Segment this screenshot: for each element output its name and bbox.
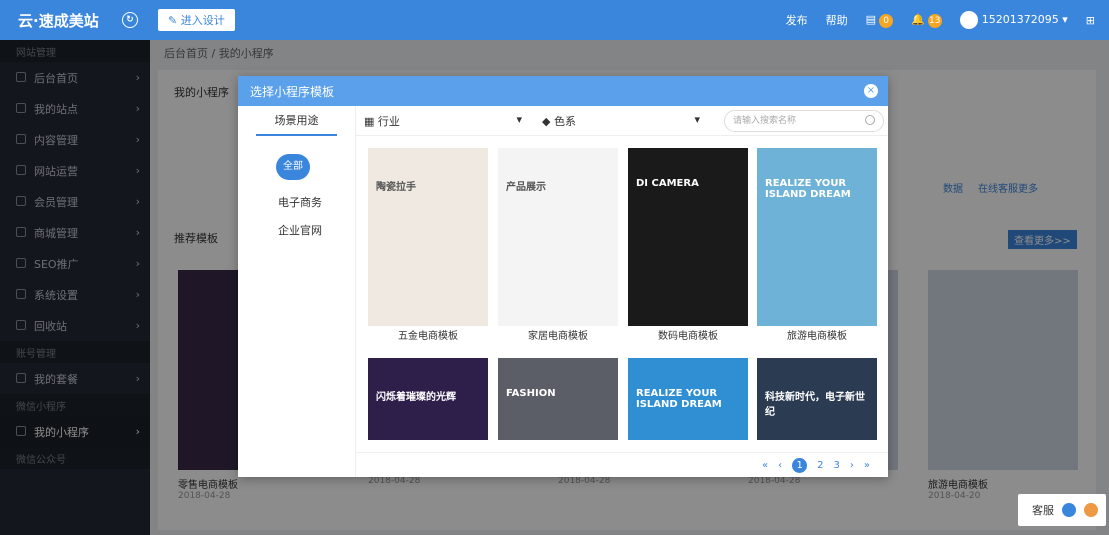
close-icon[interactable]: ×	[864, 84, 878, 98]
industry-label: ▦ 行业	[364, 114, 400, 128]
logo[interactable]: 云·速成美站 ↻	[0, 10, 150, 31]
chevron-down-icon: ▾	[516, 112, 522, 126]
color-select[interactable]: ◆ 色系 ▾	[534, 113, 712, 129]
page-2[interactable]: 2	[817, 460, 823, 471]
template-thumbnail: FASHION	[498, 358, 618, 440]
user-menu[interactable]: 15201372095 ▾	[959, 11, 1068, 29]
chevron-down-icon: ▾	[694, 112, 700, 126]
filter-bar: ▦ 行业 ▾ ◆ 色系 ▾ 请输入搜索名称	[356, 106, 888, 136]
template-thumb-text: FASHION	[506, 388, 556, 399]
template-name: 五金电商模板	[398, 331, 458, 342]
notification-button[interactable]: 🔔 13	[911, 13, 942, 28]
notification-badge: 13	[927, 13, 942, 28]
pagination: « ‹ 1 2 3 › »	[356, 452, 888, 477]
template-modal: 选择小程序模板 × 场景用途 全部 电子商务 企业官网 ▦ 行业 ▾ ◆ 色系 ▾ 请…	[238, 76, 888, 477]
top-bar: 云·速成美站 ↻ ✎ 进入设计 发布 帮助 ▤ 0 🔔 13 15201372095 …	[0, 0, 1109, 40]
user-name: 15201372095	[981, 13, 1059, 26]
modal-header: 选择小程序模板 ×	[238, 76, 888, 106]
template-thumbnail: DI CAMERA	[628, 148, 748, 326]
color-label: ◆ 色系	[542, 114, 576, 128]
template-name: 家居电商模板	[528, 331, 588, 342]
search-placeholder: 请输入搜索名称	[733, 115, 797, 126]
help-button[interactable]: 帮助	[826, 12, 848, 28]
next-page-button[interactable]: ›	[850, 460, 854, 471]
template-thumbnail: REALIZE YOUR ISLAND DREAM	[757, 148, 877, 326]
enter-design-button[interactable]: ✎ 进入设计	[158, 9, 235, 31]
template-name: 旅游电商模板	[787, 331, 847, 342]
avatar	[959, 11, 978, 29]
qq-icon[interactable]	[1084, 503, 1098, 517]
template-thumbnail: 闪烁着璀璨的光辉	[368, 358, 488, 440]
template-card[interactable]: 陶瓷拉手五金电商模板	[368, 148, 488, 348]
template-card[interactable]: 科技新时代，电子新世纪	[757, 358, 877, 440]
search-input[interactable]: 请输入搜索名称	[724, 109, 884, 132]
grid-icon[interactable]: ⊞	[1086, 14, 1095, 27]
kefu-label: 客服	[1032, 504, 1054, 517]
template-thumbnail: REALIZE YOUR ISLAND DREAM	[628, 358, 748, 440]
chat-icon[interactable]	[1062, 503, 1076, 517]
category-all[interactable]: 全部	[276, 154, 310, 180]
scene-header: 场景用途	[256, 106, 337, 136]
template-name: 数码电商模板	[658, 331, 718, 342]
message-button[interactable]: ▤ 0	[866, 13, 894, 28]
page-3[interactable]: 3	[834, 460, 840, 471]
template-thumb-text: 陶瓷拉手	[376, 182, 416, 193]
modal-title: 选择小程序模板	[250, 84, 335, 99]
template-thumbnail: 产品展示	[498, 148, 618, 326]
template-thumb-text: 产品展示	[506, 182, 546, 193]
category-panel: 场景用途 全部 电子商务 企业官网	[238, 106, 356, 477]
customer-service-widget[interactable]: 客服	[1018, 494, 1106, 526]
prev-page-button[interactable]: ‹	[778, 460, 782, 471]
template-card[interactable]: FASHION	[498, 358, 618, 440]
template-thumb-text: DI CAMERA	[636, 178, 699, 189]
template-thumb-text: 闪烁着璀璨的光辉	[376, 392, 456, 403]
template-thumb-text: REALIZE YOUR ISLAND DREAM	[636, 388, 722, 410]
logo-text: 云·速成美站	[18, 11, 99, 30]
design-label: 进入设计	[180, 14, 225, 27]
template-thumb-text: REALIZE YOUR ISLAND DREAM	[765, 178, 851, 200]
clock-icon[interactable]: ↻	[122, 12, 138, 28]
template-thumbnail: 科技新时代，电子新世纪	[757, 358, 877, 440]
page-1[interactable]: 1	[792, 457, 808, 473]
template-card[interactable]: 闪烁着璀璨的光辉	[368, 358, 488, 440]
publish-button[interactable]: 发布	[786, 12, 808, 28]
template-card[interactable]: REALIZE YOUR ISLAND DREAM 旅游电商模板	[757, 148, 877, 348]
last-page-button[interactable]: »	[864, 460, 870, 471]
category-corporate[interactable]: 企业官网	[238, 222, 355, 238]
template-thumbnail: 陶瓷拉手	[368, 148, 488, 326]
template-thumb-text: 科技新时代，电子新世纪	[765, 392, 865, 418]
template-card[interactable]: DI CAMERA 数码电商模板	[628, 148, 748, 348]
category-ecommerce[interactable]: 电子商务	[238, 194, 355, 210]
template-card[interactable]: 产品展示家居电商模板	[498, 148, 618, 348]
message-badge: 0	[879, 13, 894, 28]
search-icon[interactable]	[865, 114, 875, 125]
first-page-button[interactable]: «	[762, 460, 768, 471]
industry-select[interactable]: ▦ 行业 ▾	[356, 113, 534, 129]
template-card[interactable]: REALIZE YOUR ISLAND DREAM	[628, 358, 748, 440]
